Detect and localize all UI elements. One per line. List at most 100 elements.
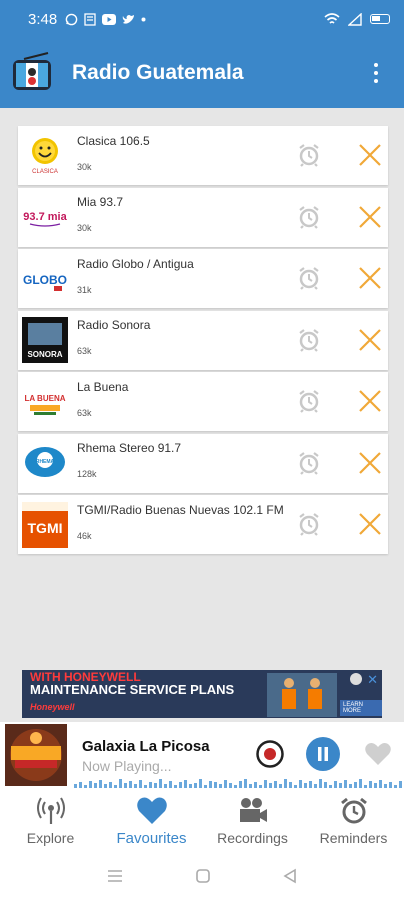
tab-label: Favourites (116, 830, 187, 847)
ad-image (267, 673, 337, 717)
station-info: TGMI/Radio Buenas Nuevas 102.1 FM 46k (77, 501, 388, 549)
tab-label: Recordings (217, 830, 288, 846)
whatsapp-icon (65, 13, 78, 25)
tab-recordings[interactable]: Recordings (202, 788, 303, 852)
station-row[interactable]: TGMI TGMI/Radio Buenas Nuevas 102.1 FM 4… (18, 495, 388, 554)
favourite-heart-icon[interactable] (365, 742, 391, 766)
station-info: Radio Globo / Antigua 31k (77, 255, 388, 303)
overflow-menu-icon[interactable] (364, 58, 388, 88)
station-listeners: 63k (77, 407, 92, 418)
status-time: 3:48 (28, 10, 58, 28)
svg-text:SONORA: SONORA (27, 350, 62, 359)
remove-favourite-icon[interactable] (358, 266, 382, 290)
recents-menu-icon[interactable] (106, 869, 124, 883)
station-listeners: 30k (77, 223, 92, 233)
alarm-clock-icon[interactable] (298, 389, 320, 413)
station-name: Clasica 106.5 (77, 133, 150, 148)
ad-close-icon[interactable]: ✕ (367, 672, 378, 688)
station-logo: 93.7 mia (21, 193, 69, 241)
ad-brand: Honeywell (30, 702, 75, 712)
heart-icon (136, 797, 167, 824)
app-notification-icon (84, 12, 96, 26)
remove-favourite-icon[interactable] (358, 451, 382, 475)
station-row[interactable]: RHEMA Rhema Stereo 91.7 128k (18, 433, 388, 493)
system-icons (324, 12, 390, 26)
station-name: Radio Globo / Antigua (77, 256, 194, 271)
tab-label: Explore (26, 830, 75, 846)
svg-text:CLASICA: CLASICA (32, 169, 58, 175)
tab-explore[interactable]: Explore (0, 788, 101, 852)
battery-icon (370, 14, 390, 24)
now-playing-status: Now Playing... (82, 758, 172, 774)
tab-reminders[interactable]: Reminders (303, 788, 404, 852)
remove-favourite-icon[interactable] (358, 143, 382, 167)
remove-favourite-icon[interactable] (358, 328, 382, 352)
station-info: Rhema Stereo 91.7 128k (77, 439, 388, 487)
youtube-icon (102, 13, 117, 25)
station-name: La Buena (77, 379, 129, 394)
ad-info-icon[interactable] (350, 673, 362, 685)
alarm-clock-icon[interactable] (298, 328, 320, 352)
dot-icon (141, 17, 146, 21)
station-logo: SONORA (21, 316, 69, 364)
pause-icon[interactable] (306, 737, 340, 771)
station-info: Radio Sonora 63k (77, 316, 388, 364)
alarm-clock-icon[interactable] (298, 266, 320, 290)
station-row[interactable]: CLASICA Clasica 106.5 30k (18, 126, 388, 185)
alarm-clock-icon[interactable] (298, 143, 320, 167)
alarm-clock-icon (340, 797, 367, 824)
tab-favourites[interactable]: Favourites (101, 788, 202, 852)
now-playing-title: Galaxia La Picosa (82, 738, 210, 755)
ad-cta-button[interactable]: LEARN MORE (340, 700, 382, 716)
back-triangle-icon[interactable] (282, 868, 298, 884)
station-row[interactable]: LA BUENA La Buena 63k (18, 372, 388, 431)
svg-text:RHEMA: RHEMA (36, 459, 55, 465)
signal-icon (348, 12, 362, 26)
station-logo: LA BUENA (21, 378, 69, 426)
broadcast-icon (36, 797, 65, 824)
station-logo: RHEMA (21, 439, 69, 487)
tab-label: Reminders (319, 830, 388, 846)
station-logo: CLASICA (21, 132, 69, 180)
wifi-icon (324, 12, 340, 24)
radio-logo-icon (10, 51, 54, 95)
svg-text:LA BUENA: LA BUENA (24, 394, 65, 403)
station-info: Clasica 106.5 30k (77, 132, 388, 180)
record-icon[interactable] (256, 740, 284, 768)
station-row[interactable]: GLOBO Radio Globo / Antigua 31k (18, 249, 388, 308)
svg-text:TGMI: TGMI (28, 520, 63, 536)
station-listeners: 46k (77, 530, 92, 541)
home-square-icon[interactable] (195, 868, 211, 884)
station-name: Radio Sonora (77, 318, 151, 332)
remove-favourite-icon[interactable] (358, 512, 382, 536)
station-info: Mia 93.7 30k (77, 193, 388, 241)
station-name: TGMI/Radio Buenas Nuevas 102.1 FM (77, 502, 284, 517)
station-listeners: 30k (77, 161, 92, 172)
remove-favourite-icon[interactable] (358, 205, 382, 229)
svg-text:GLOBO: GLOBO (23, 273, 67, 287)
station-row[interactable]: 93.7 mia Mia 93.7 30k (18, 187, 388, 247)
station-row[interactable]: SONORA Radio Sonora 63k (18, 310, 388, 370)
audio-visualizer (74, 779, 402, 788)
svg-text:93.7 mia: 93.7 mia (23, 211, 67, 223)
app-title: Radio Guatemala (72, 61, 244, 84)
now-playing-logo (5, 724, 67, 786)
remove-favourite-icon[interactable] (358, 389, 382, 413)
video-camera-icon (239, 798, 267, 822)
system-nav-bar (0, 852, 404, 900)
station-name: Mia 93.7 (77, 195, 124, 209)
ad-subheadline: MAINTENANCE SERVICE PLANS (30, 682, 235, 697)
alarm-clock-icon[interactable] (298, 451, 320, 475)
bottom-tab-bar: Explore Favourites Recordings Reminders (0, 788, 404, 852)
alarm-clock-icon[interactable] (298, 512, 320, 536)
station-name: Rhema Stereo 91.7 (77, 441, 182, 455)
station-logo: GLOBO (21, 255, 69, 303)
twitter-icon (122, 14, 135, 24)
now-playing-bar[interactable]: Galaxia La Picosa Now Playing... (0, 722, 404, 788)
alarm-clock-icon[interactable] (298, 205, 320, 229)
app-bar: Radio Guatemala (0, 38, 404, 108)
favourites-list: CLASICA Clasica 106.5 30k 93.7 mia Mia 9… (18, 126, 388, 557)
station-listeners: 31k (77, 284, 92, 295)
station-listeners: 128k (77, 469, 97, 479)
ad-banner[interactable]: WITH HONEYWELL MAINTENANCE SERVICE PLANS… (22, 670, 382, 718)
